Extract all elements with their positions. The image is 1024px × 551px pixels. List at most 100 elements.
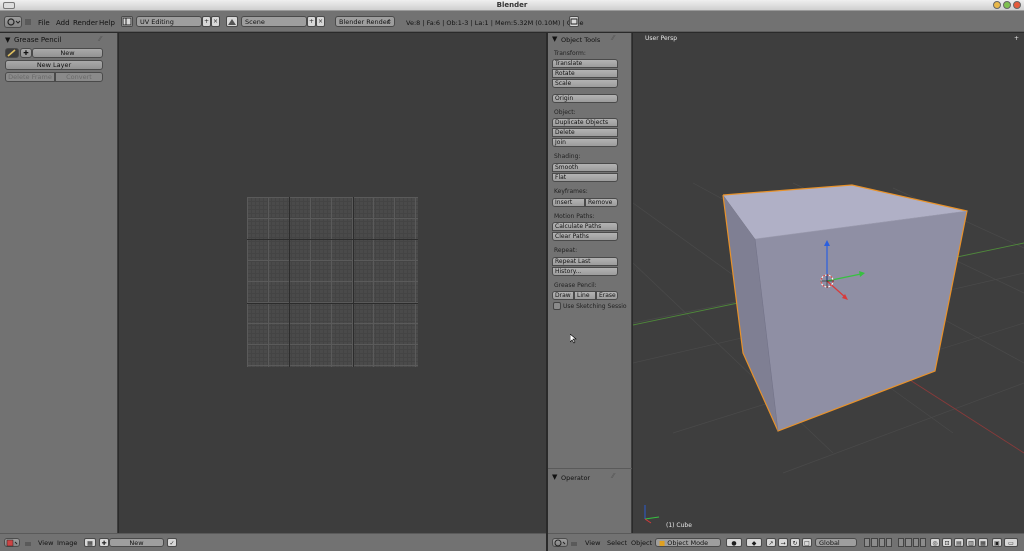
new-layer-button[interactable]: New Layer xyxy=(5,60,103,70)
erase-button[interactable]: Erase xyxy=(596,291,618,300)
screen-layout-field[interactable]: UV Editing xyxy=(136,16,202,27)
scene-field[interactable]: Scene xyxy=(241,16,307,27)
rotate-manipulator-icon[interactable]: ↻ xyxy=(790,538,800,547)
transform-orientation-select[interactable]: Global xyxy=(815,538,857,547)
line-button[interactable]: Line xyxy=(574,291,596,300)
panel-collapse-icon[interactable]: ▼ xyxy=(552,473,557,481)
cube-front-face xyxy=(755,211,967,431)
manipulator-toggle-icon[interactable]: ↗ xyxy=(766,538,776,547)
menu-object[interactable]: Object xyxy=(631,539,652,547)
translate-manipulator-icon[interactable]: → xyxy=(778,538,788,547)
repeat-label: Repeat: xyxy=(554,247,578,254)
add-scene-icon[interactable]: + xyxy=(307,16,316,27)
menu-select[interactable]: Select xyxy=(607,539,627,547)
image-new-field[interactable]: New xyxy=(109,538,164,547)
use-sketching-checkbox[interactable] xyxy=(553,302,561,310)
pivot-point-icon[interactable]: ◆ xyxy=(746,538,762,547)
opengl-render-animation-icon[interactable]: ▭ xyxy=(1004,538,1018,547)
render-engine-label: Blender Render xyxy=(339,18,390,26)
delete-screen-icon[interactable]: × xyxy=(211,16,220,27)
uv-grid-line xyxy=(247,303,418,304)
screen-layout-icon[interactable] xyxy=(121,16,133,27)
uv-image-editor[interactable] xyxy=(119,33,546,533)
motion-paths-label: Motion Paths: xyxy=(554,213,595,220)
mode-select[interactable]: ■ Object Mode xyxy=(655,538,721,547)
add-gpencil-icon[interactable]: ✚ xyxy=(20,48,32,58)
uv-editor-header: View Image ▦ ✚ New ✓ xyxy=(0,533,546,551)
duplicate-objects-button[interactable]: Duplicate Objects xyxy=(552,118,618,127)
scale-manipulator-icon[interactable]: □ xyxy=(802,538,812,547)
remove-keyframe-button[interactable]: Remove xyxy=(585,198,618,207)
calculate-paths-button[interactable]: Calculate Paths xyxy=(552,222,618,231)
minimize-icon[interactable] xyxy=(993,1,1001,9)
snap-icon[interactable]: ⊡ xyxy=(942,538,952,547)
panel-drag-handle-icon[interactable]: ⁄⁄ xyxy=(99,35,101,43)
active-object-label: (1) Cube xyxy=(666,522,692,529)
rotate-button[interactable]: Rotate xyxy=(552,69,618,78)
transform-label: Transform: xyxy=(554,50,586,57)
menu-image[interactable]: Image xyxy=(57,539,77,547)
panel-collapse-icon[interactable]: ▼ xyxy=(5,36,10,44)
delete-scene-icon[interactable]: × xyxy=(316,16,325,27)
grease-pencil-icon[interactable] xyxy=(5,48,19,58)
panel-divider xyxy=(548,468,632,469)
add-screen-icon[interactable]: + xyxy=(202,16,211,27)
grease-pencil-panel-title[interactable]: Grease Pencil xyxy=(14,36,61,44)
image-browse-icon[interactable]: ▦ xyxy=(84,538,96,547)
editor-type-icon[interactable] xyxy=(4,538,20,547)
add-image-icon[interactable]: ✚ xyxy=(99,538,109,547)
editor-type-icon[interactable] xyxy=(4,16,22,28)
editor-type-icon[interactable] xyxy=(552,538,568,547)
clear-paths-button[interactable]: Clear Paths xyxy=(552,232,618,241)
menu-help[interactable]: Help xyxy=(99,19,115,27)
3d-viewport[interactable]: User Persp + (1) Cube xyxy=(633,33,1024,533)
viewport-shading-icon[interactable]: ● xyxy=(726,538,742,547)
uv-grid xyxy=(247,197,418,367)
align-rotation-icon[interactable]: ▦ xyxy=(978,538,988,547)
panel-drag-handle-icon[interactable]: ⁄⁄ xyxy=(612,34,614,42)
collapse-menus-icon[interactable] xyxy=(571,541,577,546)
menu-add[interactable]: Add xyxy=(56,19,70,27)
translate-button[interactable]: Translate xyxy=(552,59,618,68)
proportional-edit-icon[interactable]: ◎ xyxy=(930,538,940,547)
axis-gizmo xyxy=(644,505,660,524)
scene-icon[interactable] xyxy=(226,16,238,27)
menu-view[interactable]: View xyxy=(38,539,53,547)
window-controls xyxy=(993,1,1021,9)
operator-panel-title[interactable]: Operator xyxy=(561,474,590,482)
repeat-last-button[interactable]: Repeat Last xyxy=(552,257,618,266)
object-mode-icon: ■ xyxy=(659,539,666,547)
panel-drag-handle-icon[interactable]: ⁄⁄ xyxy=(612,472,614,480)
scene-stats: Ve:8 | Fa:6 | Ob:1-3 | La:1 | Mem:5.32M … xyxy=(406,19,584,27)
join-button[interactable]: Join xyxy=(552,138,618,147)
layer-buttons-group-2[interactable] xyxy=(898,538,926,547)
snap-element-icon[interactable]: ▤ xyxy=(954,538,964,547)
menu-view[interactable]: View xyxy=(585,539,600,547)
pin-image-icon[interactable]: ✓ xyxy=(167,538,177,547)
render-engine-select[interactable]: Blender Render ⇕ xyxy=(335,16,395,27)
menu-render[interactable]: Render xyxy=(73,19,98,27)
scale-button[interactable]: Scale xyxy=(552,79,618,88)
menu-file[interactable]: File xyxy=(38,19,50,27)
panel-collapse-icon[interactable]: ▼ xyxy=(552,35,557,43)
collapse-menus-icon[interactable] xyxy=(25,19,31,25)
history-button[interactable]: History... xyxy=(552,267,618,276)
delete-button[interactable]: Delete xyxy=(552,128,618,137)
snap-target-icon[interactable]: ▥ xyxy=(966,538,976,547)
render-icon[interactable] xyxy=(569,16,579,27)
new-gpencil-button[interactable]: New xyxy=(32,48,103,58)
opengl-render-icon[interactable]: ▣ xyxy=(992,538,1002,547)
flat-button[interactable]: Flat xyxy=(552,173,618,182)
collapse-menus-icon[interactable] xyxy=(25,541,31,546)
mode-label: Object Mode xyxy=(667,539,709,547)
delete-frame-button[interactable]: Delete Frame xyxy=(5,72,55,82)
draw-button[interactable]: Draw xyxy=(552,291,574,300)
convert-button[interactable]: Convert xyxy=(55,72,103,82)
object-tools-title[interactable]: Object Tools xyxy=(561,36,600,44)
close-icon[interactable] xyxy=(1013,1,1021,9)
smooth-button[interactable]: Smooth xyxy=(552,163,618,172)
layer-buttons-group-1[interactable] xyxy=(864,538,892,547)
origin-button[interactable]: Origin xyxy=(552,94,618,103)
insert-keyframe-button[interactable]: Insert xyxy=(552,198,585,207)
maximize-icon[interactable] xyxy=(1003,1,1011,9)
